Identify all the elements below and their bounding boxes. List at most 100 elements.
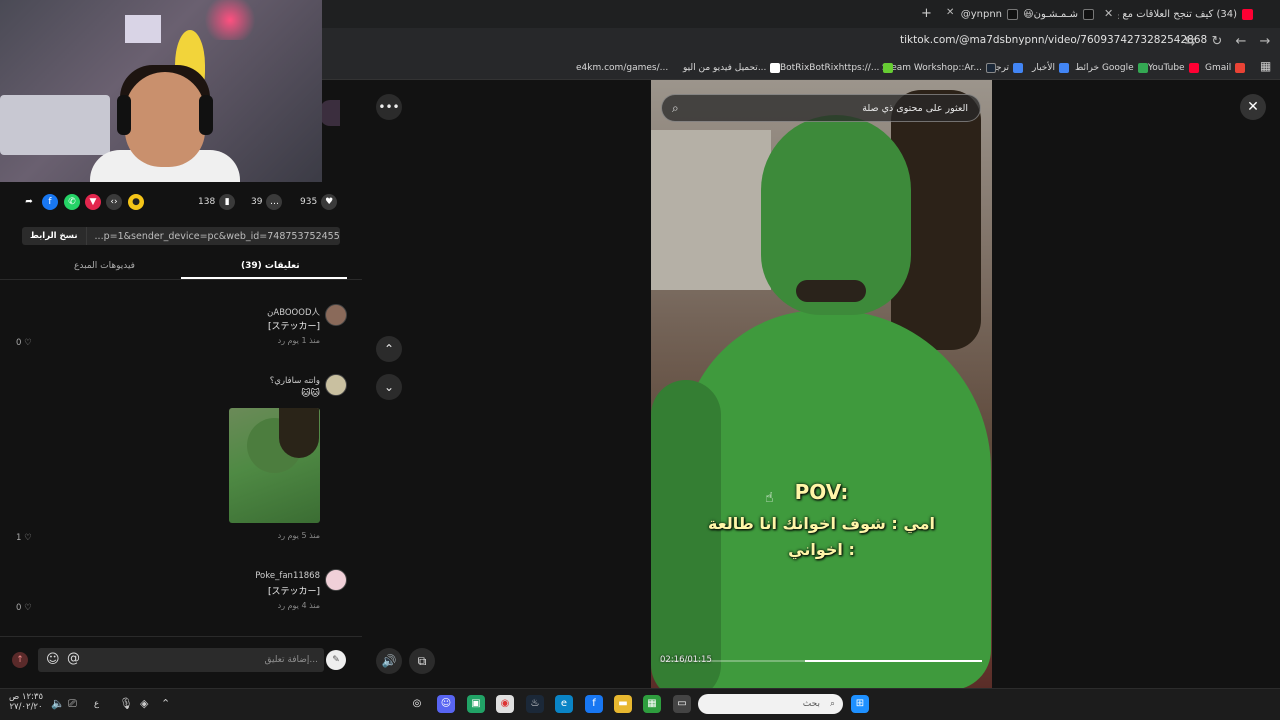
next-video-button[interactable]: ⌄ [376,374,402,400]
show-hidden-icons[interactable]: ⌃ [161,697,170,710]
taskbar-search[interactable]: بحث ⌕ [698,694,843,714]
heart-outline-icon: ♡ [24,533,32,543]
post-comment-button[interactable]: ↑ [12,652,28,668]
creator-avatar[interactable] [320,100,340,126]
comment-input-box [38,648,324,672]
close-tab-icon[interactable]: ✕ [946,7,954,18]
apps-grid-icon[interactable]: ▦ [1260,59,1271,73]
tab-youtube[interactable]: (34) كيف تنجح العلاقات مع ياسر [1118,4,1253,24]
microphone-icon[interactable]: 🎙 [119,697,133,710]
reload-icon[interactable]: ↻ [1208,33,1226,51]
bookmark-label: e4km.com/games/... [576,63,669,73]
share-icon[interactable]: ➦ [21,194,37,210]
copy-link-button[interactable]: نسخ الرابط [22,227,87,245]
bookmark-news[interactable]: الأخبار [1032,60,1070,76]
new-tab-icon[interactable]: + [921,6,932,21]
embed-icon[interactable]: ‹› [106,194,122,210]
close-video-button[interactable]: ✕ [1240,94,1266,120]
share-link-text[interactable]: ...p=1&sender_device=pc&web_id=748753752… [87,231,340,242]
previous-video-button[interactable]: ⌃ [376,336,402,362]
chrome-icon[interactable]: ◉ [496,695,514,713]
comment-meta[interactable]: منذ 5 يوم رد [200,531,320,540]
bookmark-steam-workshop[interactable]: Steam Workshop::Ar... [882,60,997,76]
mention-icon[interactable]: @ [67,651,80,666]
bookmark-label: BotRixBotRixhttps://... [780,63,880,73]
comment-meta[interactable]: منذ 4 يوم رد [200,601,320,610]
more-options-icon[interactable]: ••• [376,94,402,120]
youtube-icon [1242,8,1253,20]
network-icon[interactable]: ⎚ [68,697,77,711]
bookmark-e4km[interactable]: e4km.com/games/... [576,60,668,76]
coin-icon[interactable]: ● [128,194,144,210]
avatar[interactable] [325,374,347,396]
comment-username[interactable]: ABOOOD人ن [200,306,320,318]
avatar[interactable] [325,569,347,591]
video-progress-fill [805,660,982,662]
comment-input[interactable] [88,651,318,669]
start-icon[interactable]: ⊞ [851,695,869,713]
video-player[interactable] [651,80,992,688]
webcam-overlay [0,0,322,182]
language-indicator[interactable]: ع [94,699,99,709]
app-icon[interactable]: ▣ [467,695,485,713]
avatar[interactable] [325,304,347,326]
task-view-icon[interactable]: ▭ [673,695,691,713]
tab-tiktok-1[interactable]: شـمـشـون😃 [1022,4,1094,24]
bookmark-youtube[interactable]: YouTube [1148,60,1199,76]
user-avatar[interactable]: ✎ [326,650,346,670]
clock-time: ١٢:٣٥ ص [8,692,44,702]
save-count: 138 [198,197,216,207]
save-action[interactable]: 138 ▮ [198,194,236,210]
picture-in-picture-icon[interactable]: ⧉ [409,648,435,674]
tab-comments[interactable]: تعليقات (39) [241,261,300,271]
comment-image[interactable] [229,408,320,523]
discord-icon[interactable]: ☺ [437,695,455,713]
comment-count: 39 [251,197,263,207]
tab-creator-videos[interactable]: فيديوهات المبدع [74,261,135,271]
back-icon[interactable]: → [1256,33,1274,51]
forward-icon[interactable]: ← [1232,33,1250,51]
emoji-icon[interactable]: ☺ [46,652,60,667]
globe-icon [770,63,781,73]
comment-username[interactable]: Poke_fan11868 [200,571,320,581]
comment-text: [ステッカー] [267,322,320,332]
mouse-cursor-icon: ☝ [765,490,774,506]
comment-like[interactable]: 1 ♡ [16,533,32,543]
comment-meta[interactable]: منذ 1 يوم رد [200,336,320,345]
file-explorer-icon[interactable]: ▬ [614,695,632,713]
bookmark-gmail[interactable]: Gmail [1205,60,1246,76]
comment-like[interactable]: 0 ♡ [16,338,32,348]
search-label: بحث [802,699,820,709]
divider [0,636,362,637]
volume-icon[interactable]: 🔊 [376,648,402,674]
facebook-icon[interactable]: f [585,695,603,713]
speaker-icon[interactable]: 🔈 [51,697,65,710]
bookmark-video-download[interactable]: تحميل فيديو من اليو... [683,60,781,76]
comment-action[interactable]: 39 … [251,194,283,210]
minecraft-icon[interactable]: ▦ [643,695,661,713]
edge-icon[interactable]: e [555,695,573,713]
news-icon [1059,63,1070,73]
facebook-icon[interactable]: f [42,194,58,210]
bookmark-botrix[interactable]: BotRixBotRixhttps://... [780,60,894,76]
url-field[interactable]: tiktok.com/@ma7dsbnypnn/video/7609374273… [900,34,1207,50]
active-tab-indicator [181,277,347,279]
close-tab-icon[interactable]: ✕ [1104,7,1113,20]
obs-icon[interactable]: ◎ [408,695,426,713]
related-search-bar[interactable]: ⌕ العثور على محتوى ذي صلة [661,94,981,122]
comment-text: [ステッカー] [267,587,320,597]
like-count: 0 [16,338,22,348]
comment-username[interactable]: واتته سافاري؟ [200,376,320,386]
site-settings-icon[interactable]: ⇆ [1181,33,1199,51]
whatsapp-icon[interactable]: ✆ [64,194,80,210]
clock[interactable]: ١٢:٣٥ ص ٢٧/٠٢/٢٠ [6,692,46,712]
tray-app-icon[interactable]: ◈ [140,697,148,710]
send-icon[interactable]: ▼ [85,194,101,210]
comment-like[interactable]: 0 ♡ [16,603,32,613]
steam-icon[interactable]: ♨ [526,695,544,713]
like-action[interactable]: 935 ♥ [300,194,338,210]
bookmark-maps[interactable]: خرائط Google [1075,60,1148,76]
tab-tiktok-2[interactable]: ynpnn@) [960,4,1018,24]
gmail-icon [1235,63,1246,73]
bookmark-label: Steam Workshop::Ar... [882,63,983,73]
